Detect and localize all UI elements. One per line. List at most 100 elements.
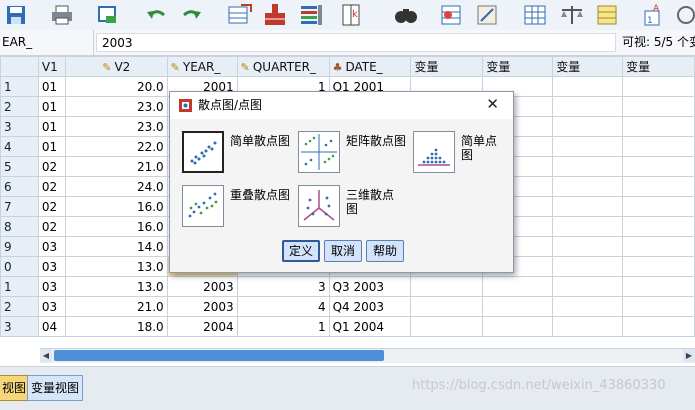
cell-empty[interactable] — [410, 296, 484, 317]
cell-quarter[interactable]: 1 — [236, 316, 330, 337]
cell-empty[interactable] — [552, 76, 624, 97]
row-number[interactable]: 7 — [0, 196, 39, 217]
cell-v1[interactable]: 03 — [37, 256, 66, 277]
column-header-empty[interactable]: 变量 — [552, 56, 624, 77]
cell-v1[interactable]: 02 — [37, 216, 66, 237]
row-number[interactable]: 1 — [0, 76, 39, 97]
cell-v1[interactable]: 01 — [37, 136, 66, 157]
variables-icon[interactable] — [298, 2, 326, 28]
cell-empty[interactable] — [622, 136, 695, 157]
cell-empty[interactable] — [482, 296, 554, 317]
column-header-empty[interactable]: 变量 — [482, 56, 554, 77]
cell-empty[interactable] — [622, 176, 695, 197]
option-3d-scatter[interactable]: 三维散点图 — [298, 185, 418, 229]
row-number[interactable]: 3 — [0, 116, 39, 137]
cell-empty[interactable] — [622, 236, 695, 257]
cell-v1[interactable]: 04 — [37, 316, 66, 337]
goto-variable-icon[interactable] — [262, 2, 290, 28]
scrollbar-thumb[interactable] — [54, 350, 384, 361]
row-number[interactable]: 6 — [0, 176, 39, 197]
dialog-recall-icon[interactable] — [94, 2, 122, 28]
column-header-date[interactable]: ♣ DATE_ — [328, 56, 412, 77]
column-header-v2[interactable]: ✎ V2 — [64, 56, 168, 77]
cell-empty[interactable] — [622, 196, 695, 217]
cell-empty[interactable] — [552, 256, 624, 277]
cancel-button[interactable]: 取消 — [324, 240, 362, 262]
cell-quarter[interactable]: 4 — [236, 296, 330, 317]
cell-v1[interactable]: 02 — [37, 156, 66, 177]
cell-empty[interactable] — [410, 276, 484, 297]
save-icon[interactable] — [2, 2, 30, 28]
cell-v2[interactable]: 21.0 — [64, 156, 168, 177]
cell-empty[interactable] — [622, 296, 695, 317]
cell-v2[interactable]: 16.0 — [64, 196, 168, 217]
cell-empty[interactable] — [552, 236, 624, 257]
print-icon[interactable] — [48, 2, 76, 28]
column-header-quarter[interactable]: ✎ QUARTER_ — [236, 56, 330, 77]
scroll-left-arrow-icon[interactable]: ◀ — [40, 349, 52, 362]
cell-v2[interactable]: 18.0 — [64, 316, 168, 337]
cell-v2[interactable]: 24.0 — [64, 176, 168, 197]
goto-case-icon[interactable] — [226, 2, 254, 28]
cell-v2[interactable]: 21.0 — [64, 296, 168, 317]
cell-v2[interactable]: 23.0 — [64, 96, 168, 117]
redo-icon[interactable] — [178, 2, 206, 28]
cell-empty[interactable] — [552, 116, 624, 137]
column-header-v1[interactable]: V1 — [37, 56, 66, 77]
cell-v1[interactable]: 03 — [37, 276, 66, 297]
cell-quarter[interactable]: 3 — [236, 276, 330, 297]
cell-year[interactable]: 2003 — [166, 296, 238, 317]
insert-variable-icon[interactable] — [474, 2, 502, 28]
cell-empty[interactable] — [552, 136, 624, 157]
row-number[interactable]: 8 — [0, 216, 39, 237]
cell-date[interactable]: Q3 2003 — [328, 276, 412, 297]
cell-date[interactable]: Q1 2004 — [328, 316, 412, 337]
data-grid-icon[interactable] — [522, 2, 550, 28]
cell-v1[interactable]: 02 — [37, 196, 66, 217]
cell-year[interactable]: 2003 — [166, 276, 238, 297]
option-matrix-scatter[interactable]: 矩阵散点图 — [298, 131, 418, 175]
undo-icon[interactable] — [142, 2, 170, 28]
cell-empty[interactable] — [552, 96, 624, 117]
cell-empty[interactable] — [622, 256, 695, 277]
cell-empty[interactable] — [552, 216, 624, 237]
row-number[interactable]: 3 — [0, 316, 39, 337]
horizontal-scrollbar[interactable]: ◀ ▶ — [40, 348, 695, 363]
row-number[interactable]: 9 — [0, 236, 39, 257]
tab-data-view[interactable]: 视图 — [0, 375, 31, 401]
cell-empty[interactable] — [552, 276, 624, 297]
search-icon[interactable] — [672, 2, 695, 28]
option-overlay-scatter[interactable]: 重叠散点图 — [182, 185, 302, 229]
column-header-year[interactable]: ✎ YEAR_ — [166, 56, 238, 77]
cell-v2[interactable]: 16.0 — [64, 216, 168, 237]
cell-v1[interactable]: 01 — [37, 116, 66, 137]
cell-empty[interactable] — [410, 316, 484, 337]
cell-empty[interactable] — [482, 316, 554, 337]
cell-empty[interactable] — [552, 296, 624, 317]
cell-empty[interactable] — [622, 76, 695, 97]
row-number[interactable]: 0 — [0, 256, 39, 277]
cell-empty[interactable] — [552, 156, 624, 177]
close-icon[interactable]: ✕ — [486, 95, 499, 113]
column-header-empty[interactable]: 变量 — [410, 56, 484, 77]
cell-year[interactable]: 2004 — [166, 316, 238, 337]
cell-empty[interactable] — [552, 196, 624, 217]
cell-v1[interactable]: 03 — [37, 296, 66, 317]
cell-empty[interactable] — [552, 316, 624, 337]
cell-v2[interactable]: 23.0 — [64, 116, 168, 137]
corner-cell[interactable] — [0, 56, 39, 77]
cell-v1[interactable]: 02 — [37, 176, 66, 197]
cell-empty[interactable] — [622, 116, 695, 137]
row-number[interactable]: 5 — [0, 156, 39, 177]
cell-v1[interactable]: 03 — [37, 236, 66, 257]
define-button[interactable]: 定义 — [282, 240, 320, 262]
cell-v2[interactable]: 13.0 — [64, 276, 168, 297]
use-variable-sets-icon[interactable]: 1A — [640, 2, 668, 28]
cell-v1[interactable]: 01 — [37, 96, 66, 117]
row-number[interactable]: 4 — [0, 136, 39, 157]
cell-v2[interactable]: 20.0 — [64, 76, 168, 97]
cell-empty[interactable] — [552, 176, 624, 197]
cell-empty[interactable] — [622, 216, 695, 237]
tab-variable-view[interactable]: 变量视图 — [27, 375, 84, 401]
cell-empty[interactable] — [622, 276, 695, 297]
